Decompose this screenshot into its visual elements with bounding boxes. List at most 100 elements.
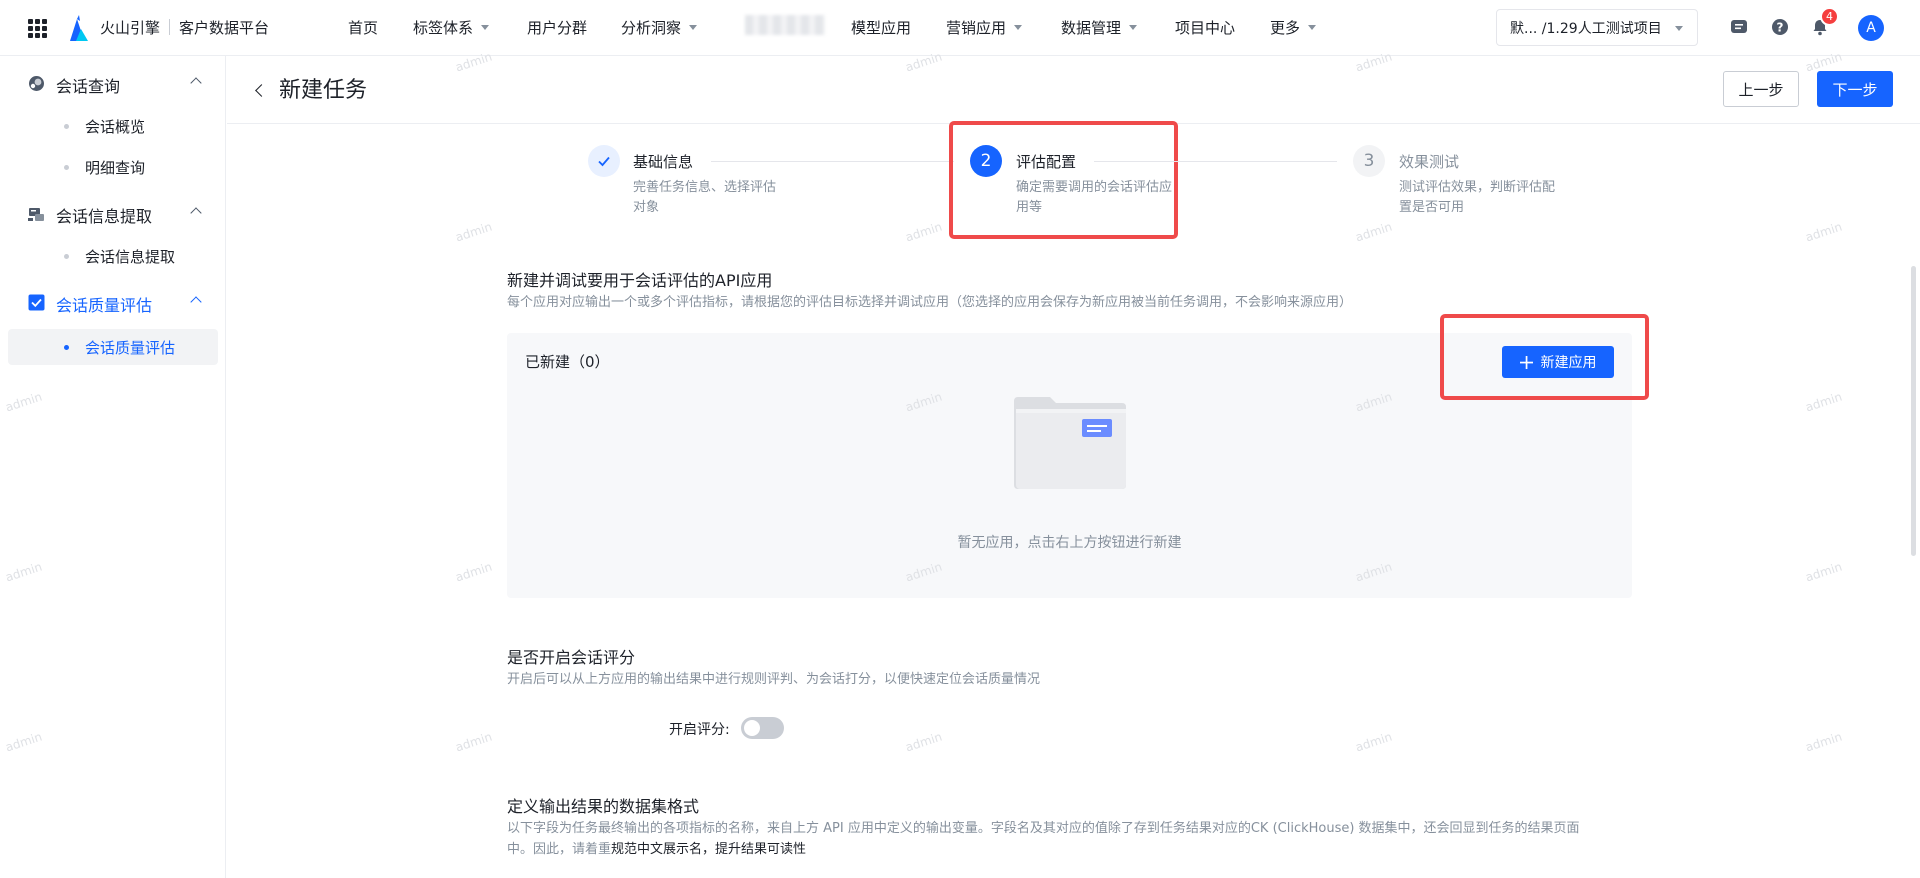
sidebar-item-label: 明细查询 — [85, 159, 146, 177]
sidebar-item-label: 会话质量评估 — [85, 339, 176, 357]
chevron-down-icon — [1014, 25, 1023, 30]
chat-search-icon — [29, 76, 44, 91]
format-desc-emphasis: 规范中文展示名，提升结果可读性 — [611, 842, 807, 857]
watermark: admin — [453, 729, 494, 755]
nav-label: 标签体系 — [413, 19, 474, 37]
bullet-dot — [64, 165, 69, 170]
nav-label: 用户分群 — [527, 19, 588, 37]
step-2-title: 评估配置 — [1016, 153, 1077, 171]
nav-label: 更多 — [1270, 19, 1301, 37]
sidebar: 会话查询 会话概览 明细查询 会话信息提取 会话信息提取 会话质量评估 会话质量… — [0, 56, 226, 878]
sidebar-item-quality-evaluation[interactable]: 会话质量评估 — [8, 329, 218, 365]
sidebar-item-label: 会话概览 — [85, 118, 146, 136]
scoring-section-desc: 开启后可以从上方应用的输出结果中进行规则评判、为会话打分，以便快速定位会话质量情… — [507, 672, 1041, 687]
step-2-desc: 确定需要调用的会话评估应用等 — [1016, 180, 1173, 215]
watermark: admin — [1353, 219, 1394, 245]
project-selector[interactable]: 默... /1.29人工测试项目 — [1496, 9, 1698, 46]
bullet-dot — [64, 345, 69, 350]
chevron-up-icon — [190, 207, 202, 219]
nav-model-apps[interactable]: 模型应用 — [851, 17, 911, 38]
brand-divider — [169, 19, 170, 35]
nav-home[interactable]: 首页 — [348, 17, 378, 38]
prev-step-button[interactable]: 上一步 — [1723, 71, 1799, 107]
format-desc-prefix: 中。因此，请着重 — [507, 842, 612, 857]
nav-marketing[interactable]: 营销应用 — [946, 17, 1023, 38]
chevron-down-icon — [481, 25, 490, 30]
step-3-title: 效果测试 — [1399, 153, 1460, 171]
api-section-desc: 每个应用对应输出一个或多个评估指标，请根据您的评估目标选择并调试应用（您选择的应… — [507, 295, 1353, 310]
chevron-down-icon — [689, 25, 698, 30]
check-icon — [598, 156, 610, 167]
sidebar-item-label: 会话信息提取 — [85, 248, 176, 266]
help-icon[interactable]: ? — [1771, 18, 1789, 36]
plus-icon — [1519, 355, 1533, 369]
chevron-down-icon — [1675, 26, 1683, 31]
format-section-desc-line2: 中。因此，请着重规范中文展示名，提升结果可读性 — [507, 840, 806, 860]
sidebar-group-label: 会话信息提取 — [56, 207, 153, 226]
back-arrow-icon[interactable] — [255, 84, 268, 97]
api-section-title: 新建并调试要用于会话评估的API应用 — [507, 271, 773, 290]
scoring-toggle-label: 开启评分: — [669, 722, 730, 738]
message-icon[interactable] — [1730, 18, 1748, 36]
step-connector — [1094, 161, 1337, 162]
created-count-label: 已新建（0） — [525, 353, 610, 371]
format-section-title: 定义输出结果的数据集格式 — [507, 797, 700, 816]
nav-label: 数据管理 — [1061, 19, 1122, 37]
watermark: admin — [1803, 219, 1844, 245]
new-app-button[interactable]: 新建应用 — [1502, 346, 1614, 378]
step-1-desc: 完善任务信息、选择评估对象 — [633, 180, 777, 215]
project-selector-value: 默... /1.29人工测试项目 — [1510, 20, 1662, 37]
next-step-button[interactable]: 下一步 — [1817, 71, 1893, 107]
nav-label: 模型应用 — [851, 19, 912, 37]
sidebar-group-info-extraction[interactable]: 会话信息提取 — [0, 193, 226, 233]
sidebar-item-info-extraction[interactable]: 会话信息提取 — [8, 238, 218, 274]
nav-analysis[interactable]: 分析洞察 — [621, 17, 698, 38]
vertical-scrollbar[interactable] — [1911, 266, 1916, 556]
watermark: admin — [903, 729, 944, 755]
sidebar-group-label: 会话查询 — [56, 77, 121, 96]
chevron-down-icon — [1308, 25, 1317, 30]
sidebar-item-detail-query[interactable]: 明细查询 — [8, 149, 218, 185]
nav-project-center[interactable]: 项目中心 — [1175, 17, 1235, 38]
nav-label: 营销应用 — [946, 19, 1007, 37]
bullet-dot — [64, 124, 69, 129]
step-3-circle: 3 — [1353, 145, 1385, 177]
sidebar-group-label: 会话质量评估 — [56, 296, 153, 315]
watermark: admin — [1353, 729, 1394, 755]
nav-more[interactable]: 更多 — [1270, 17, 1317, 38]
scoring-toggle-switch[interactable] — [741, 717, 784, 739]
bullet-dot — [64, 254, 69, 259]
watermark: admin — [453, 559, 494, 585]
step-2-circle: 2 — [970, 145, 1002, 177]
step-connector — [711, 161, 954, 162]
new-app-label: 新建应用 — [1540, 355, 1597, 371]
avatar[interactable]: A — [1858, 15, 1884, 41]
toggle-knob — [744, 720, 760, 736]
nav-data-management[interactable]: 数据管理 — [1061, 17, 1138, 38]
nav-tag-system[interactable]: 标签体系 — [413, 17, 490, 38]
chevron-up-icon — [190, 77, 202, 89]
empty-state-text: 暂无应用，点击右上方按钮进行新建 — [957, 535, 1182, 551]
empty-folder-icon — [1014, 397, 1126, 489]
sidebar-group-quality-evaluation[interactable]: 会话质量评估 — [0, 282, 226, 322]
product-name: 客户数据平台 — [179, 19, 270, 37]
volcano-logo-icon — [70, 15, 88, 41]
sidebar-item-overview[interactable]: 会话概览 — [8, 108, 218, 144]
top-navigation-bar: 火山引擎 客户数据平台 首页 标签体系 用户分群 分析洞察 模型应用 营销应用 … — [0, 0, 1920, 56]
chevron-up-icon — [190, 296, 202, 308]
chevron-down-icon — [1129, 25, 1138, 30]
step-3-desc: 测试评估效果，判断评估配置是否可用 — [1399, 180, 1556, 215]
nav-user-segments[interactable]: 用户分群 — [527, 17, 587, 38]
extract-icon — [28, 208, 44, 221]
watermark: admin — [1803, 389, 1844, 415]
sidebar-group-conversation-query[interactable]: 会话查询 — [0, 63, 226, 103]
watermark: admin — [453, 219, 494, 245]
nav-label: 项目中心 — [1175, 19, 1236, 37]
nav-label: 分析洞察 — [621, 19, 682, 37]
watermark: admin — [1803, 729, 1844, 755]
watermark: admin — [903, 219, 944, 245]
scoring-section-title: 是否开启会话评分 — [507, 648, 636, 667]
notification-badge: 4 — [1820, 7, 1839, 26]
checkbox-icon — [28, 294, 45, 311]
apps-grid-icon[interactable] — [28, 19, 47, 38]
